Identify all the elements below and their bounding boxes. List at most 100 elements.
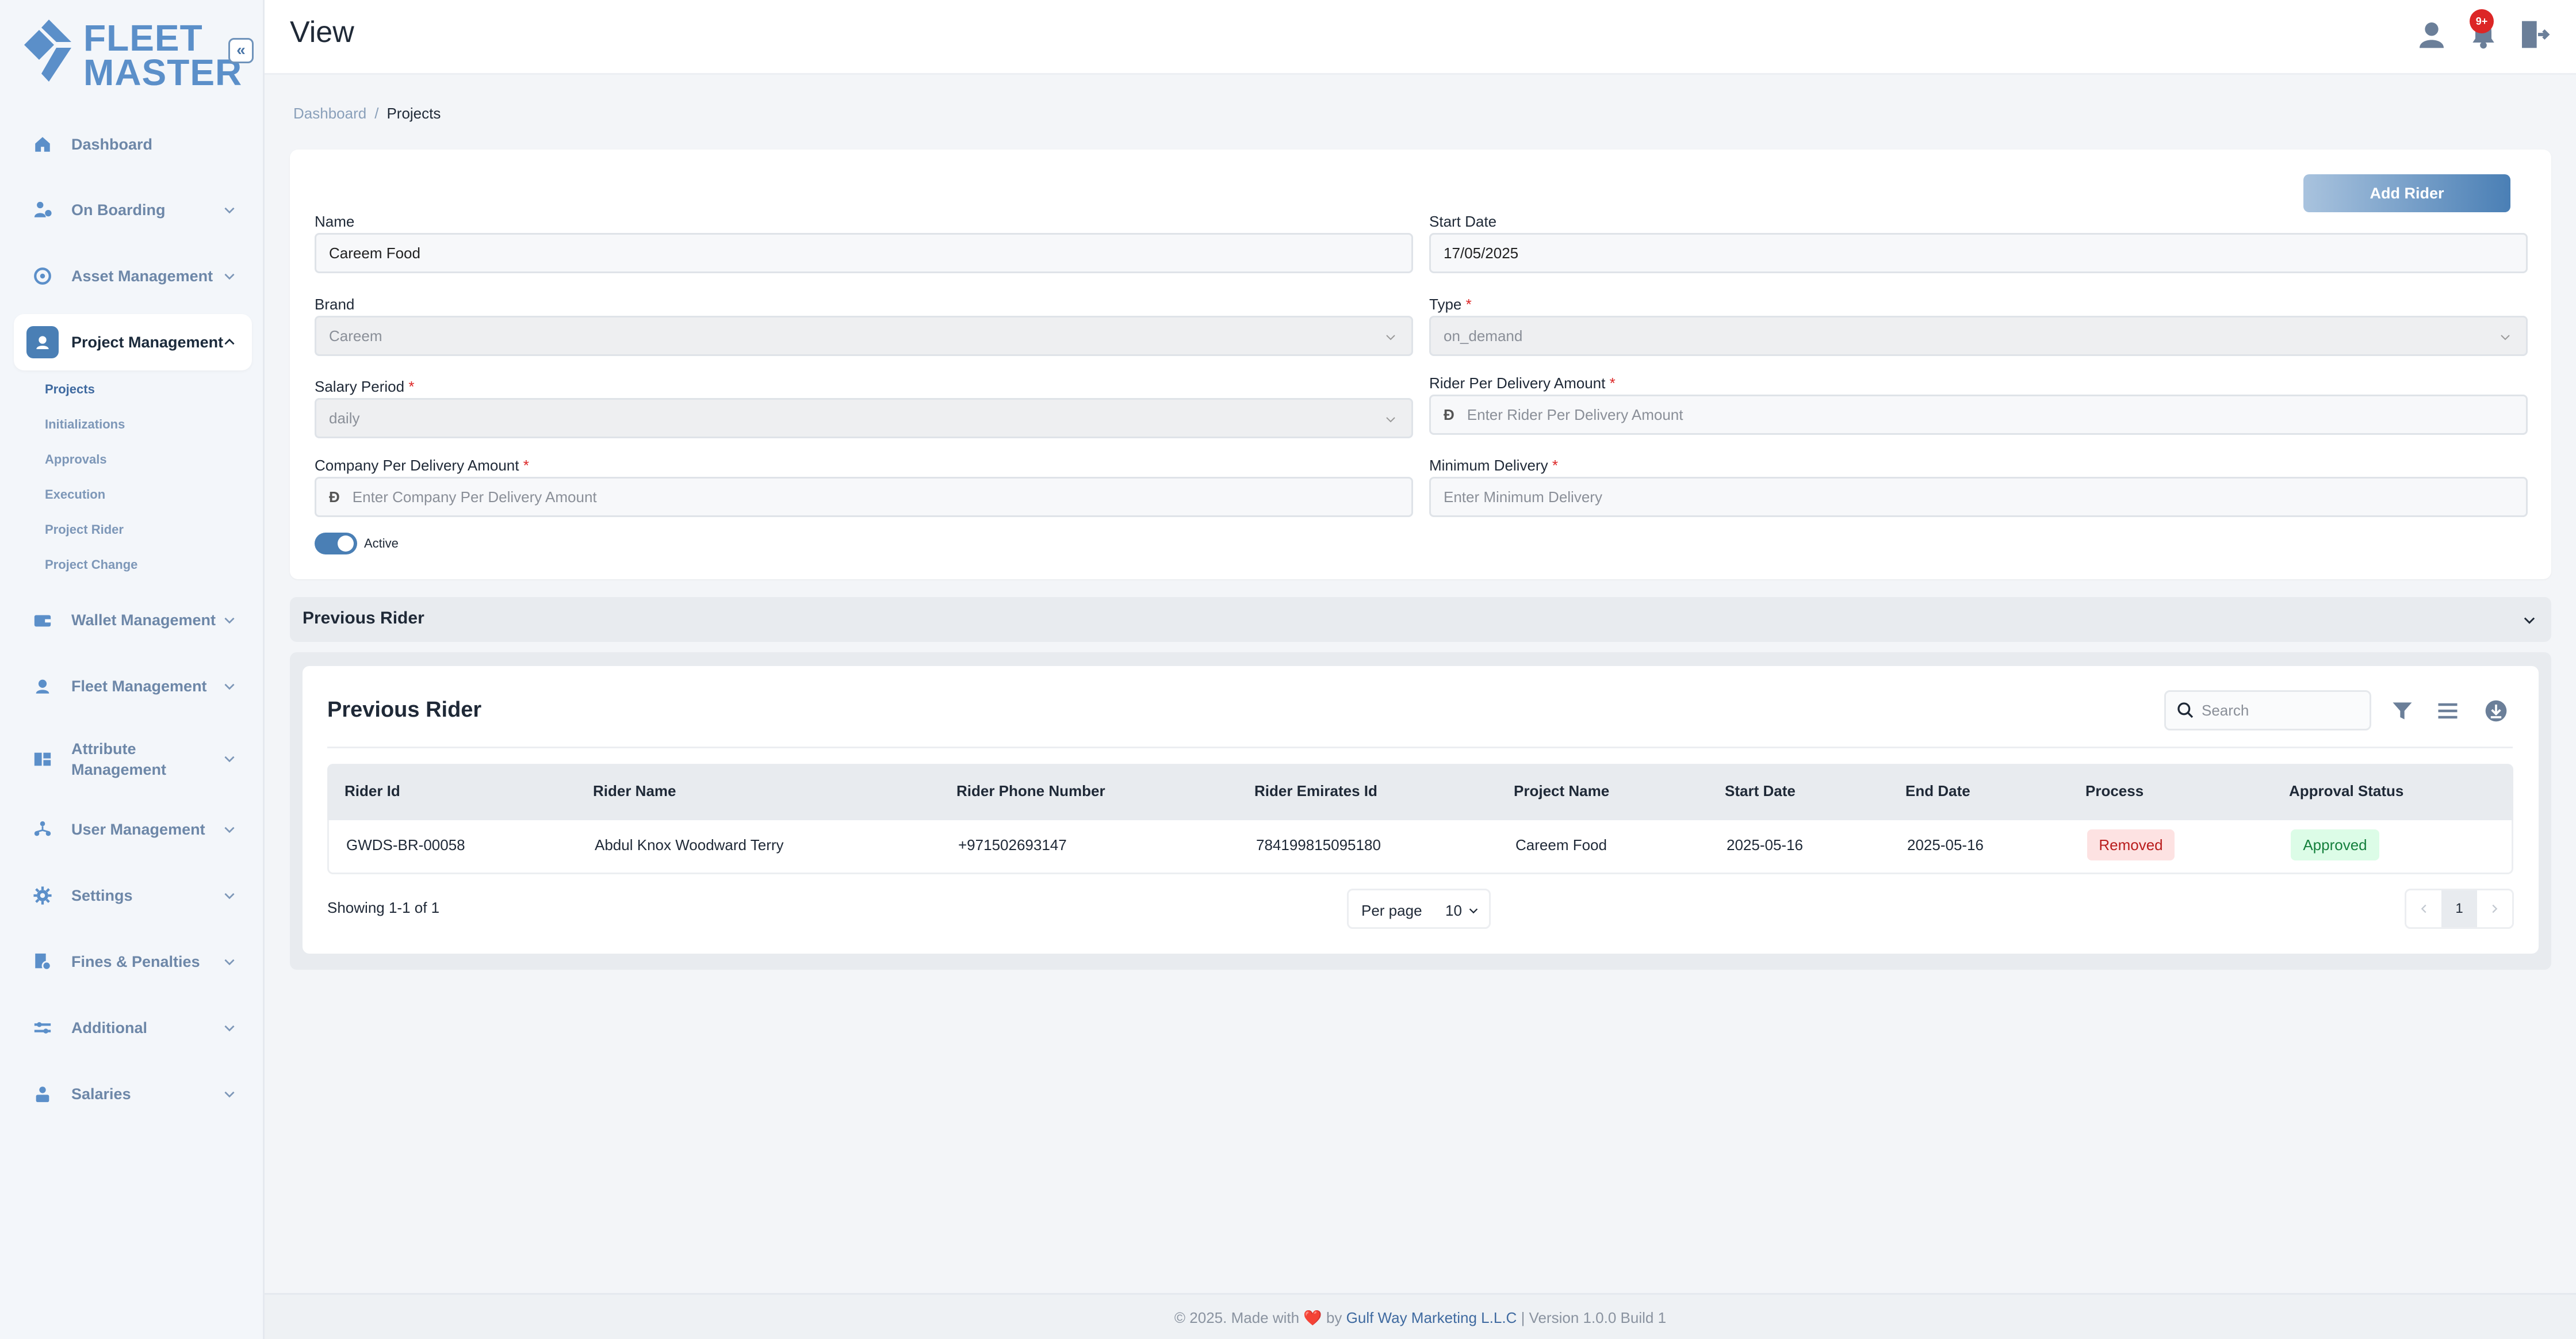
fleet-master-logo[interactable]: FLEET MASTER [23,16,242,91]
name-label-text: Name [315,213,355,230]
column-header-emirates-id[interactable]: Rider Emirates Id [1254,782,1377,800]
type-label-text: Type [1429,296,1462,313]
salary-period-select[interactable]: daily [315,398,1413,438]
chevron-down-icon [1386,417,1395,423]
chevron-up-icon [224,338,235,345]
sidebar-item-user-management[interactable]: User Management [14,801,252,858]
column-header-phone[interactable]: Rider Phone Number [956,782,1105,800]
table-title: Previous Rider [327,698,482,722]
sidebar-item-on-boarding[interactable]: On Boarding [14,182,252,238]
minimum-delivery-field[interactable]: Enter Minimum Delivery [1429,477,2528,517]
type-select[interactable]: on_demand [1429,316,2528,356]
footer-by: by [1326,1309,1342,1326]
chevron-down-icon [224,617,235,624]
filter-icon[interactable] [2390,698,2415,724]
brand-value: Careem [329,327,382,345]
sidebar-subitem-approvals[interactable]: Approvals [45,452,107,467]
name-value: Careem Food [329,244,420,262]
footer-version: | Version 1.0.0 Build 1 [1521,1309,1667,1326]
fines-icon [26,946,59,978]
add-rider-button[interactable]: Add Rider [2303,174,2510,212]
table-header-row: Rider Id Rider Name Rider Phone Number R… [327,764,2513,820]
required-mark: * [1609,374,1616,392]
accordion-title: Previous Rider [303,609,424,628]
sidebar-subitem-projects[interactable]: Projects [45,382,95,397]
download-icon[interactable] [2483,698,2509,724]
chevron-down-icon [2501,335,2510,341]
cell-project-name: Careem Food [1515,836,1607,854]
footer-company-link[interactable]: Gulf Way Marketing L.L.C [1346,1309,1517,1326]
sidebar-item-wallet-management[interactable]: Wallet Management [14,592,252,648]
sidebar-item-label: Dashboard [71,136,153,153]
brand-select[interactable]: Careem [315,316,1413,356]
column-header-project-name[interactable]: Project Name [1514,782,1609,800]
start-date-field[interactable]: 17/05/2025 [1429,233,2528,273]
column-header-process[interactable]: Process [2085,782,2144,800]
sidebar-item-attribute-management[interactable]: Attribute Management [14,730,252,788]
required-mark: * [1552,457,1558,474]
footer: © 2025. Made with ❤️ by Gulf Way Marketi… [265,1293,2576,1339]
sidebar-item-additional[interactable]: Additional [14,1000,252,1056]
users-icon [26,813,59,846]
salary-period-value: daily [329,409,360,427]
chevron-down-icon [224,683,235,690]
start-date-label-text: Start Date [1429,213,1497,230]
name-field[interactable]: Careem Food [315,233,1413,273]
active-toggle[interactable] [315,533,357,554]
table-search[interactable] [2164,690,2371,730]
sidebar-subitem-project-change[interactable]: Project Change [45,557,137,572]
column-header-rider-name[interactable]: Rider Name [593,782,676,800]
salary-period-label-text: Salary Period [315,378,405,395]
top-header: View [265,0,2576,75]
columns-list-icon[interactable] [2435,698,2460,724]
user-profile-icon[interactable] [2416,18,2448,51]
breadcrumb-current: Projects [386,105,441,122]
sidebar-subitem-initializations[interactable]: Initializations [45,417,125,432]
project-icon [26,326,59,358]
sidebar-item-fines-penalties[interactable]: Fines & Penalties [14,934,252,990]
page-number-button[interactable]: 1 [2441,890,2477,927]
chevron-down-icon [2524,617,2535,624]
company-amount-field[interactable]: Ð Enter Company Per Delivery Amount [315,477,1413,517]
sidebar-item-dashboard[interactable]: Dashboard [14,116,252,173]
chevron-down-icon [1469,908,1478,914]
sidebar-item-label: Asset Management [71,267,213,285]
sidebar-item-asset-management[interactable]: Asset Management [14,248,252,304]
column-header-end-date[interactable]: End Date [1905,782,1970,800]
active-toggle-label: Active [364,536,399,550]
logo-line-1: FLEET [83,17,203,59]
table-row[interactable]: GWDS-BR-00058 Abdul Knox Woodward Terry … [327,820,2513,874]
search-input[interactable] [2202,701,2351,720]
type-label: Type * [1429,296,1472,313]
chevron-down-icon [224,893,235,900]
next-page-button[interactable] [2477,890,2512,927]
start-date-label: Start Date [1429,213,1496,231]
per-page-select[interactable]: Per page 10 [1347,889,1491,929]
sidebar-subitem-project-rider[interactable]: Project Rider [45,522,124,537]
sidebar-subitem-execution[interactable]: Execution [45,487,105,502]
rider-amount-label: Rider Per Delivery Amount * [1429,374,1616,392]
chevron-left-icon [2421,904,2426,913]
type-value: on_demand [1444,327,1523,345]
sidebar-item-label: Fleet Management [71,678,207,695]
previous-rider-accordion[interactable]: Previous Rider [290,597,2551,642]
sidebar-item-project-management[interactable]: Project Management [14,314,252,370]
brand-label-text: Brand [315,296,355,313]
collapse-sidebar-button[interactable]: « [228,38,254,63]
minimum-delivery-placeholder: Enter Minimum Delivery [1444,488,1602,506]
logout-icon[interactable] [2518,18,2550,51]
sidebar-item-settings[interactable]: Settings [14,867,252,924]
minimum-delivery-label-text: Minimum Delivery [1429,457,1548,474]
column-header-approval-status[interactable]: Approval Status [2289,782,2403,800]
sidebar-item-salaries[interactable]: Salaries [14,1066,252,1122]
chevron-down-icon [1386,335,1395,341]
chevron-down-icon [224,1025,235,1032]
sidebar-item-label: Fines & Penalties [71,953,200,970]
column-header-rider-id[interactable]: Rider Id [345,782,400,800]
column-header-start-date[interactable]: Start Date [1725,782,1796,800]
prev-page-button[interactable] [2406,890,2441,927]
rider-amount-field[interactable]: Ð Enter Rider Per Delivery Amount [1429,395,2528,435]
sidebar-item-fleet-management[interactable]: Fleet Management [14,658,252,714]
breadcrumb-dashboard-link[interactable]: Dashboard [293,105,366,122]
company-amount-placeholder: Enter Company Per Delivery Amount [352,488,597,506]
